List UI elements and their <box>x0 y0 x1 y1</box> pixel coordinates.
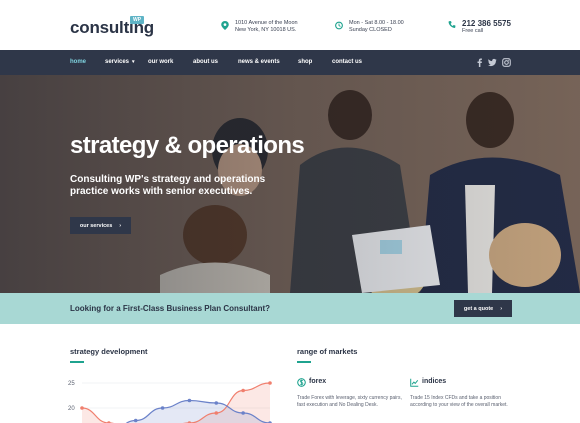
hero-banner: strategy & operations Consulting WP's st… <box>0 75 580 293</box>
chart-series-2-point <box>160 406 165 410</box>
chart-series-2-point <box>133 418 138 423</box>
chart-series-1-point <box>268 381 272 385</box>
nav-item-our-work[interactable]: our work <box>148 59 173 65</box>
phone-label: Free call <box>462 28 484 34</box>
chart-series-1-point <box>241 388 245 393</box>
hero-subtitle: Consulting WP's strategy and operations … <box>70 174 266 197</box>
market-indices-desc: Trade 15 Index CFDs and take a position … <box>410 395 508 408</box>
hero-title: strategy & operations <box>70 132 305 159</box>
twitter-icon[interactable] <box>488 58 497 67</box>
nav-item-contact-us[interactable]: contact us <box>332 59 362 65</box>
chevron-right-icon: › <box>500 305 503 312</box>
clock-icon <box>335 21 343 30</box>
cta-band: Looking for a First-Class Business Plan … <box>0 293 580 324</box>
markets-underline <box>297 361 311 363</box>
hours-block: Mon - Sat 8.00 - 18.00 Sunday CLOSED <box>335 20 404 34</box>
chart-y-tick-label: 20 <box>68 406 75 412</box>
nav-item-news-events[interactable]: news & events <box>238 59 280 65</box>
chart-series-2-point <box>214 401 219 405</box>
chart-series-1-point <box>80 406 84 410</box>
chevron-right-icon: › <box>119 222 122 229</box>
strategy-title: strategy development <box>70 347 148 356</box>
phone-icon <box>448 21 456 28</box>
chevron-down-icon: ▾ <box>132 59 135 65</box>
nav-item-services[interactable]: services ▾ <box>105 59 135 65</box>
our-services-button[interactable]: our services › <box>70 217 131 234</box>
nav-item-about-us[interactable]: about us <box>193 59 218 65</box>
address-block: 1010 Avenue of the Moon New York, NY 100… <box>221 20 298 34</box>
market-forex-title: forex <box>309 378 327 385</box>
facebook-icon[interactable] <box>475 58 484 67</box>
nav-item-shop[interactable]: shop <box>298 59 312 65</box>
phone-number[interactable]: 212 386 5575 <box>462 19 511 28</box>
chart-y-tick-label: 25 <box>68 381 75 387</box>
hours-line1: Mon - Sat 8.00 - 18.00 <box>349 20 404 26</box>
get-a-quote-button[interactable]: get a quote › <box>454 300 512 317</box>
market-forex-desc: Trade Forex with leverage, sixty currenc… <box>297 395 402 408</box>
strategy-underline <box>70 361 84 363</box>
instagram-icon[interactable] <box>502 58 511 67</box>
phone-block: 212 386 5575 Free call <box>448 19 511 35</box>
trend-icon <box>410 378 419 387</box>
chart-series-2-point <box>241 411 245 415</box>
nav-item-services-label: services <box>105 59 130 65</box>
cta-text: Looking for a First-Class Business Plan … <box>70 304 271 313</box>
map-pin-icon <box>221 21 229 30</box>
hours-line2: Sunday CLOSED <box>349 27 392 33</box>
get-a-quote-label: get a quote <box>463 305 494 312</box>
strategy-chart: 25 20 <box>68 381 272 423</box>
money-icon <box>297 378 306 387</box>
address-line1: 1010 Avenue of the Moon <box>235 20 298 26</box>
address-line2: New York, NY 10018 US. <box>235 27 297 33</box>
market-indices-title: indices <box>422 378 447 385</box>
our-services-label: our services <box>79 222 113 229</box>
markets-title: range of markets <box>297 347 358 356</box>
logo-badge: WP <box>130 16 145 24</box>
chart-series-2-point <box>187 398 192 403</box>
chart-series-1-point <box>214 411 219 415</box>
site-header: consulting WP 1010 Avenue of the Moon Ne… <box>0 0 580 50</box>
nav-item-home[interactable]: home <box>70 59 86 65</box>
main-nav: home services ▾ our work about us news & … <box>0 50 580 75</box>
